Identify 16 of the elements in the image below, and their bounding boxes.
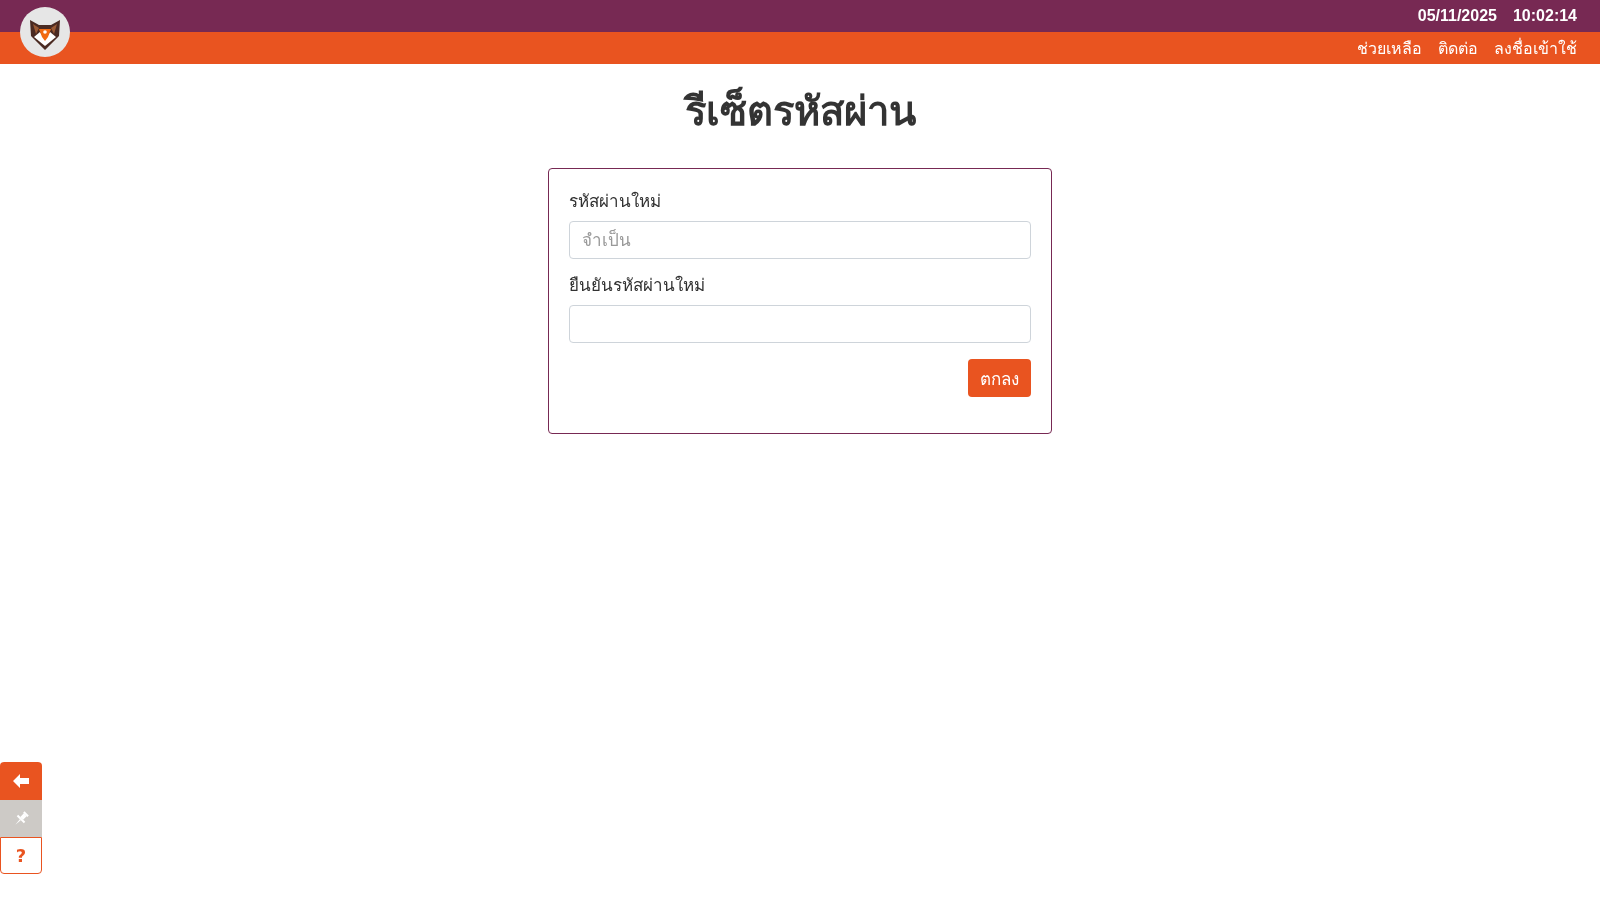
nav-link[interactable]: ติดต่อ xyxy=(1438,35,1478,61)
submit-button[interactable]: ตกลง xyxy=(968,359,1031,397)
nav-link[interactable]: ช่วยเหลือ xyxy=(1357,35,1422,61)
arrow-left-icon xyxy=(13,774,29,788)
date-text: 05/11/2025 xyxy=(1417,7,1497,25)
page-title: รีเซ็ตรหัสผ่าน xyxy=(684,85,916,136)
field-label: ยืนยันรหัสผ่านใหม่ xyxy=(569,274,705,297)
password-field[interactable]: จำเป็น xyxy=(569,221,1031,259)
field-label: รหัสผ่านใหม่ xyxy=(569,190,661,213)
pin-icon xyxy=(13,810,29,827)
password-field[interactable] xyxy=(569,305,1031,343)
nav-link[interactable]: ลงชื่อเข้าใช้ xyxy=(1494,35,1577,61)
help-button[interactable]: ? xyxy=(0,837,42,874)
fox-logo-icon[interactable] xyxy=(20,7,70,57)
time-text: 10:02:14 xyxy=(1512,7,1577,25)
back-button[interactable] xyxy=(0,762,42,800)
